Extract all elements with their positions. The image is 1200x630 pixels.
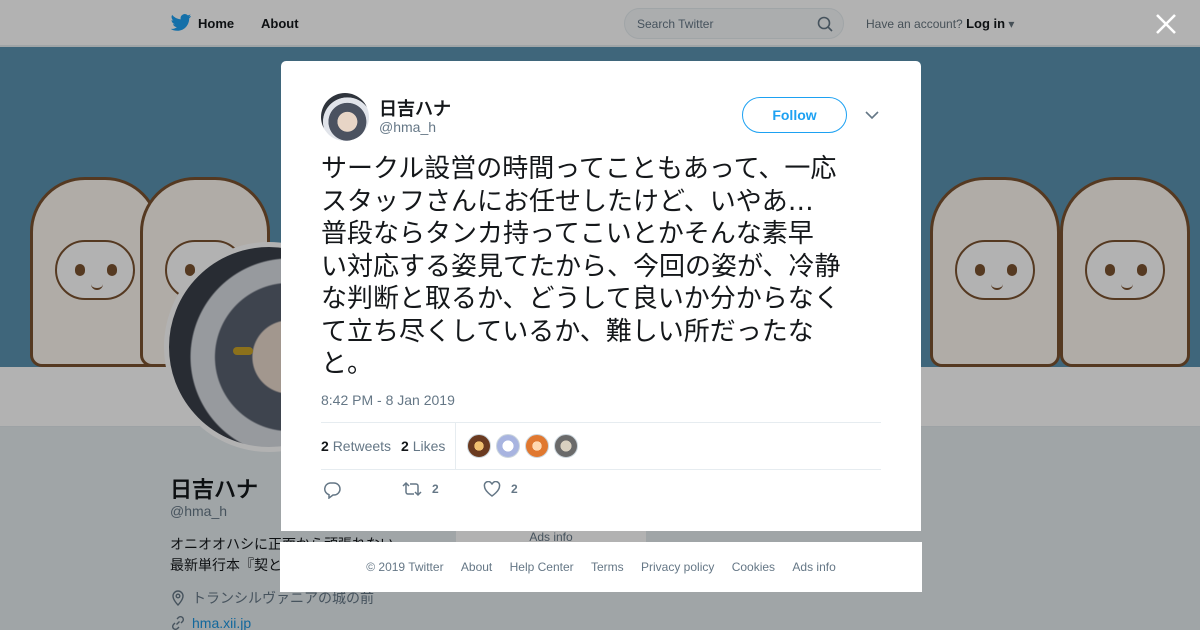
tweet-text: サークル設営の時間ってこともあって、一応 スタッフさんにお任せしたけど、いやあ……	[321, 153, 886, 381]
footer-copyright: © 2019 Twitter	[366, 560, 444, 574]
follow-button[interactable]: Follow	[742, 97, 847, 133]
tweet-author-handle[interactable]: @hma_h	[379, 119, 436, 135]
tweet-text-line: と。	[321, 349, 374, 379]
footer-privacy-link[interactable]: Privacy policy	[641, 560, 714, 574]
tweet-timestamp[interactable]: 8:42 PM - 8 Jan 2019	[321, 392, 455, 408]
retweets-stat[interactable]: 2 Retweets	[321, 438, 391, 454]
stats-divider	[455, 423, 456, 470]
tweet-text-line: い対応する姿見てたから、今回の姿が、冷静	[321, 251, 841, 282]
retweet-count: 2	[432, 482, 439, 496]
tweet-author-avatar[interactable]	[321, 93, 369, 141]
likes-count: 2	[401, 438, 409, 454]
liker-avatar[interactable]	[554, 434, 578, 458]
footer-help-link[interactable]: Help Center	[510, 560, 574, 574]
like-count: 2	[511, 482, 518, 496]
tweet-actions: 2 2	[321, 481, 621, 501]
liker-avatars	[467, 434, 583, 458]
modal-footer: © 2019 Twitter About Help Center Terms P…	[280, 542, 922, 592]
close-icon[interactable]	[1154, 12, 1178, 36]
tweet-text-line: スタッフさんにお任せしたけど、いやあ…	[321, 186, 814, 217]
liker-avatar[interactable]	[496, 434, 520, 458]
tweet-stats: 2 Retweets 2 Likes	[321, 422, 881, 470]
likes-label: Likes	[412, 438, 446, 454]
likes-stat[interactable]: 2 Likes	[401, 438, 445, 454]
footer-ads-link[interactable]: Ads info	[792, 560, 835, 574]
retweet-button[interactable]: 2	[402, 481, 439, 497]
reply-icon	[323, 482, 341, 499]
heart-icon	[483, 481, 501, 497]
footer-cookies-link[interactable]: Cookies	[732, 560, 775, 574]
chevron-down-icon[interactable]	[864, 108, 880, 122]
like-button[interactable]: 2	[483, 481, 518, 497]
liker-avatar[interactable]	[525, 434, 549, 458]
tweet-author-name[interactable]: 日吉ハナ	[379, 95, 451, 121]
tweet-text-line: な判断と取るか、どうして良いか分からなく	[321, 284, 840, 314]
reply-button[interactable]	[323, 481, 351, 499]
retweet-icon	[402, 481, 422, 497]
footer-about-link[interactable]: About	[461, 560, 492, 574]
tweet-modal: 日吉ハナ @hma_h Follow サークル設営の時間ってこともあって、一応 …	[281, 61, 921, 531]
liker-avatar[interactable]	[467, 434, 491, 458]
tweet-text-line: 普段ならタンカ持ってこいとかそんな素早	[321, 219, 814, 249]
tweet-text-line: サークル設営の時間ってこともあって、一応	[321, 154, 837, 184]
footer-terms-link[interactable]: Terms	[591, 560, 624, 574]
tweet-text-line: て立ち尽くしているか、難しい所だったな	[321, 316, 814, 347]
retweets-count: 2	[321, 438, 329, 454]
retweets-label: Retweets	[332, 438, 392, 454]
